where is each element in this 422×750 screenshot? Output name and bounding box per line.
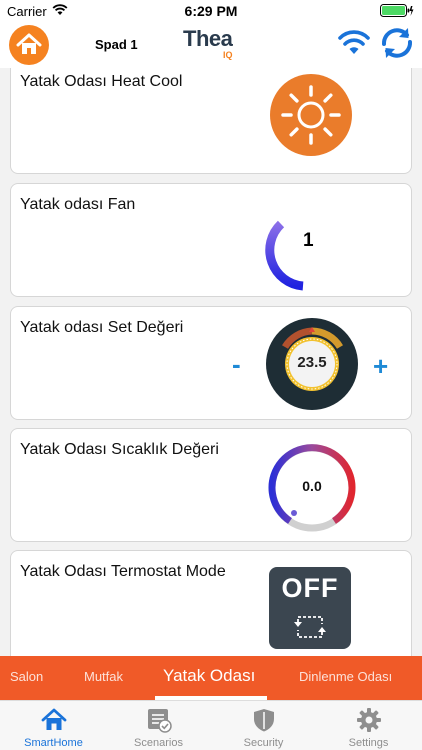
nav-label: Security [243,737,284,749]
increase-button[interactable]: + [373,351,388,382]
app-header: Spad 1 Thea IQ [0,22,422,68]
nav-smarthome[interactable]: SmartHome [1,701,106,750]
status-bar: Carrier 6:29 PM [0,0,422,22]
scenarios-icon [148,709,172,733]
app-root: Carrier 6:29 PM Spad 1 Thea IQ Yatak Oda… [0,0,422,750]
temperature-card: Yatak Odası Sıcaklık Değeri 0.0 [10,428,412,542]
mode-value: OFF [281,573,339,603]
logo-text: Thea [183,26,233,51]
refresh-icon[interactable] [378,24,416,62]
card-title: Yatak odası Fan [20,196,136,213]
wifi-icon[interactable] [337,28,371,56]
nav-settings[interactable]: Settings [316,701,421,750]
setpoint-card: Yatak odası Set Değeri - 23.5 + [10,306,412,420]
thermostat-mode-button[interactable]: OFF [269,567,351,649]
tab-mutfak[interactable]: Mutfak [84,669,123,684]
home-button[interactable] [9,25,49,65]
nav-security[interactable]: Security [211,701,316,750]
nav-label: SmartHome [24,737,83,749]
sun-icon[interactable] [269,73,353,157]
battery-icon [380,4,414,17]
cycle-icon [294,616,326,638]
nav-scenarios[interactable]: Scenarios [106,701,211,750]
card-title: Yatak odası Set Değeri [20,319,184,336]
bottom-nav: SmartHome Scenarios Security Settings [0,700,422,750]
setpoint-value: 23.5 [297,354,327,371]
temperature-value: 0.0 [302,478,322,494]
device-name: Spad 1 [95,37,138,52]
gear-icon [357,708,381,732]
nav-label: Scenarios [134,737,183,749]
tab-salon[interactable]: Salon [10,669,43,684]
fan-card: Yatak odası Fan 1 [10,183,412,297]
fan-level-gauge[interactable] [253,216,333,296]
home-icon [16,33,42,54]
tab-yatak-odasi[interactable]: Yatak Odası [163,666,255,686]
logo-subtext: IQ [223,50,233,60]
card-title: Yatak Odası Termostat Mode [20,563,226,580]
card-title: Yatak Odası Sıcaklık Değeri [20,441,219,458]
tab-dinlenme-odasi[interactable]: Dinlenme Odası [299,669,392,684]
thermostat-mode-card: Yatak Odası Termostat Mode OFF [10,550,412,656]
shield-icon [254,709,274,732]
heat-cool-card: Yatak Odası Heat Cool [10,68,412,174]
clock: 6:29 PM [184,3,238,19]
home-icon [41,708,67,730]
device-list[interactable]: Yatak Odası Heat Cool Yatak odası Fan 1 … [0,68,422,656]
decrease-button[interactable]: - [232,349,241,380]
fan-level-value: 1 [303,230,314,251]
card-title: Yatak Odası Heat Cool [20,73,183,90]
thea-logo: Thea IQ [183,26,243,62]
nav-label: Settings [348,737,389,749]
room-tabs: Salon Mutfak Yatak Odası Dinlenme Odası [0,656,422,700]
